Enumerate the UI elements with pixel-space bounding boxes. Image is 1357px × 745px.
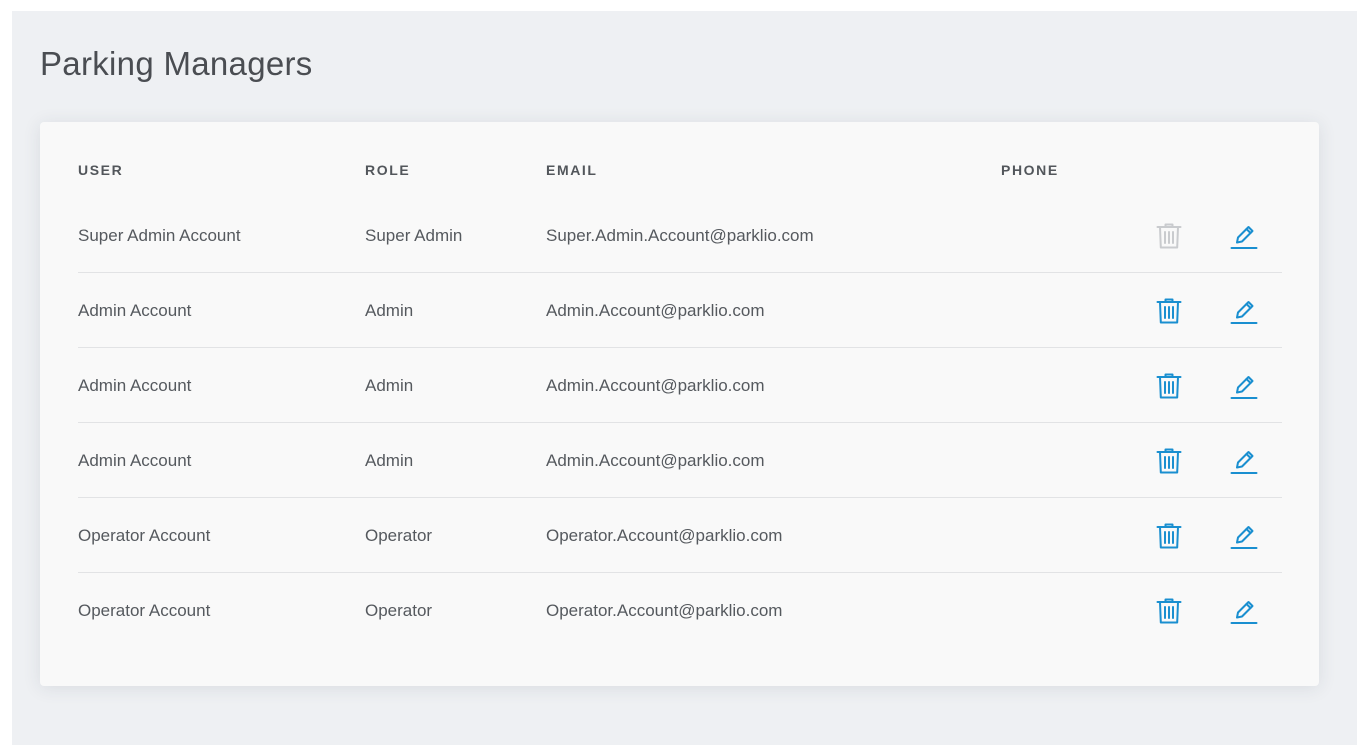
delete-button[interactable] [1150,442,1188,480]
edit-button[interactable] [1225,217,1263,255]
table-row: Admin Account Admin Admin.Account@parkli… [78,423,1282,498]
cell-email: Admin.Account@parklio.com [546,451,765,470]
cell-role: Operator [365,601,433,620]
managers-table: USER ROLE EMAIL PHONE Super Admin Accoun… [78,154,1282,648]
edit-button[interactable] [1225,292,1263,330]
cell-email: Super.Admin.Account@parklio.com [546,226,814,245]
edit-button[interactable] [1225,367,1263,405]
pencil-icon [1230,451,1258,474]
cell-role: Admin [365,451,414,470]
cell-role: Admin [365,301,414,320]
cell-email: Admin.Account@parklio.com [546,301,765,320]
cell-user: Super Admin Account [78,226,241,245]
cell-user: Admin Account [78,376,192,395]
trash-icon [1156,523,1182,549]
pencil-icon [1230,226,1258,249]
table-row: Operator Account Operator Operator.Accou… [78,573,1282,648]
column-header-user: USER [78,162,124,178]
column-header-phone: PHONE [1001,162,1059,178]
cell-email: Operator.Account@parklio.com [546,601,783,620]
delete-button[interactable] [1150,367,1188,405]
cell-role: Operator [365,526,433,545]
trash-icon [1156,223,1182,249]
cell-user: Operator Account [78,601,211,620]
table-row: Admin Account Admin Admin.Account@parkli… [78,348,1282,423]
delete-button[interactable] [1150,517,1188,555]
table-row: Super Admin Account Super Admin Super.Ad… [78,198,1282,273]
cell-email: Operator.Account@parklio.com [546,526,783,545]
column-header-email: EMAIL [546,162,598,178]
column-header-role: ROLE [365,162,411,178]
cell-user: Admin Account [78,451,192,470]
pencil-icon [1230,601,1258,624]
edit-button[interactable] [1225,592,1263,630]
page-title: Parking Managers [40,45,313,82]
delete-button[interactable] [1150,592,1188,630]
pencil-icon [1230,376,1258,399]
delete-button [1150,217,1188,255]
trash-icon [1156,598,1182,624]
cell-email: Admin.Account@parklio.com [546,376,765,395]
edit-button[interactable] [1225,517,1263,555]
cell-role: Super Admin [365,226,463,245]
table-body: Super Admin Account Super Admin Super.Ad… [78,198,1282,648]
delete-button[interactable] [1150,292,1188,330]
table-header: USER ROLE EMAIL PHONE [78,154,1282,198]
edit-button[interactable] [1225,442,1263,480]
table-row: Operator Account Operator Operator.Accou… [78,498,1282,573]
cell-user: Admin Account [78,301,192,320]
trash-icon [1156,373,1182,399]
table-row: Admin Account Admin Admin.Account@parkli… [78,273,1282,348]
pencil-icon [1230,526,1258,549]
pencil-icon [1230,301,1258,324]
cell-user: Operator Account [78,526,211,545]
app-background: Parking Managers USER ROLE EMAIL PHONE S… [12,11,1357,745]
cell-role: Admin [365,376,414,395]
trash-icon [1156,298,1182,324]
managers-card: USER ROLE EMAIL PHONE Super Admin Accoun… [40,122,1319,686]
trash-icon [1156,448,1182,474]
